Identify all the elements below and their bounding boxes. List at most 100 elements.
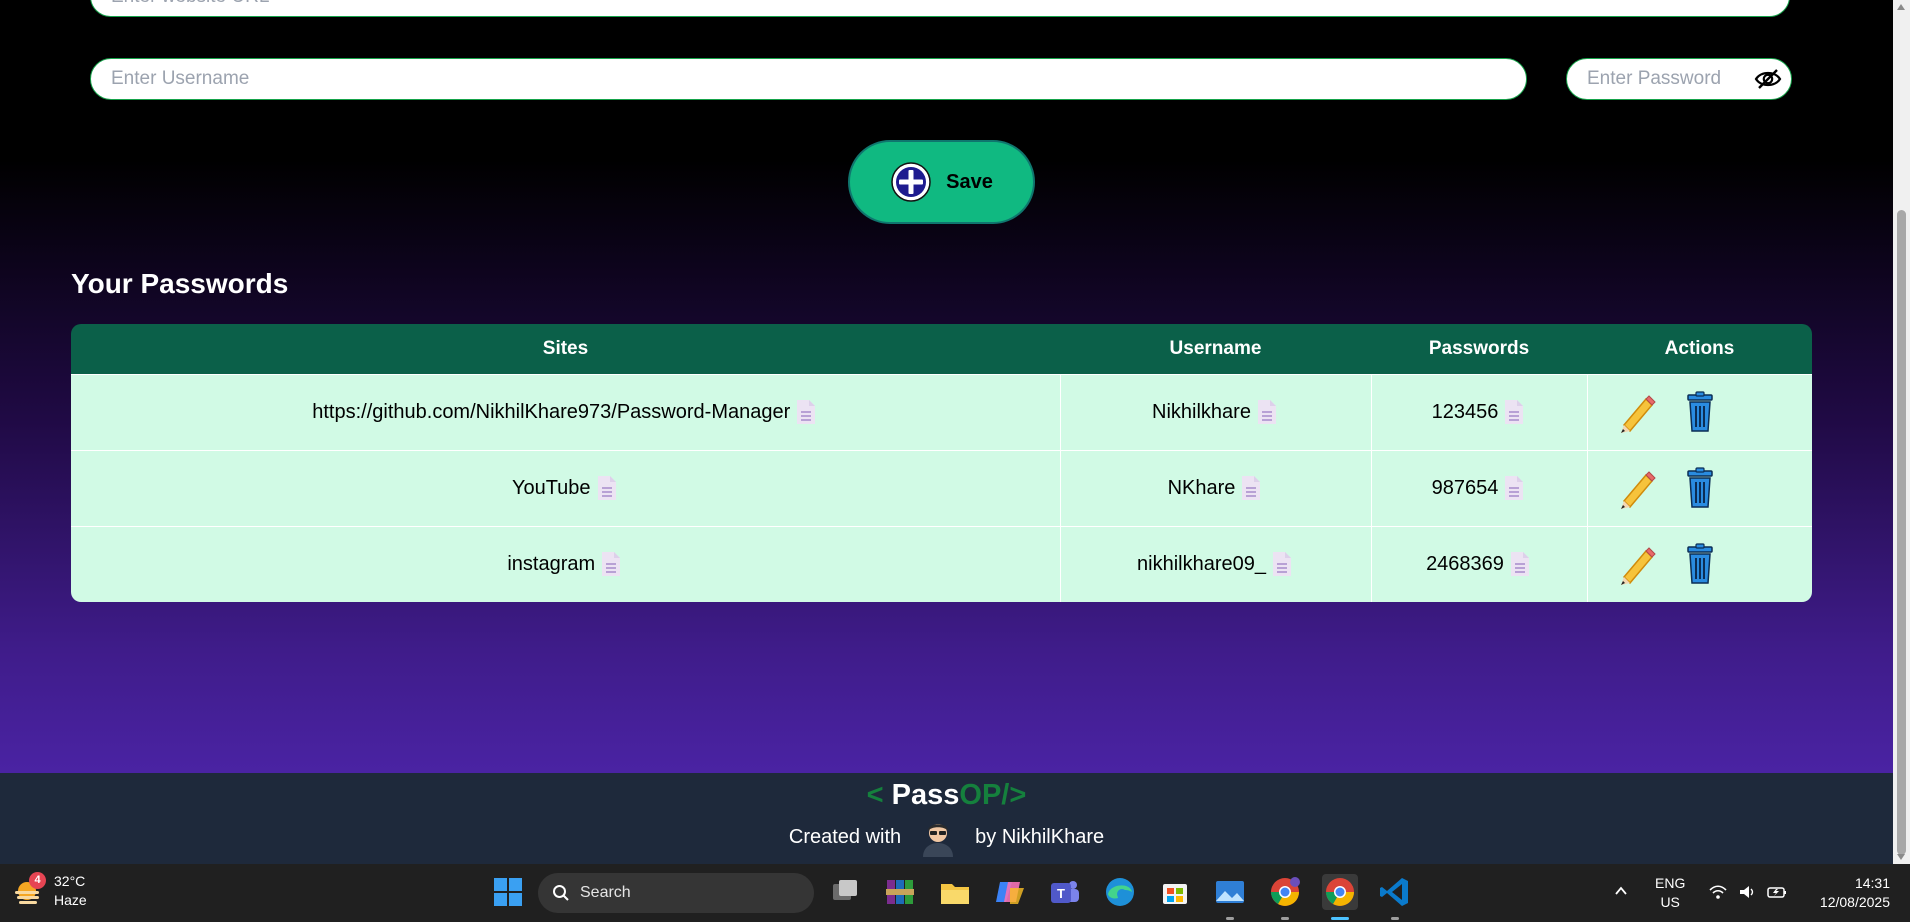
website-url-input[interactable] <box>90 0 1790 17</box>
copy-icon[interactable] <box>595 474 619 502</box>
username-value: Nikhilkhare <box>1152 400 1251 423</box>
pencil-edit-icon[interactable] <box>1618 391 1658 433</box>
eye-slash-icon[interactable] <box>1754 67 1782 91</box>
table-row: https://github.com/NikhilKhare973/Passwo… <box>71 373 1812 450</box>
chrome-profile-icon[interactable] <box>1267 874 1303 910</box>
password-cell: 987654 <box>1370 449 1587 526</box>
logo-pass: Pass <box>891 779 960 811</box>
taskbar: 4 32°C Haze Search T ENG US 14:31 12/08/… <box>0 864 1910 922</box>
copy-icon[interactable] <box>1502 398 1526 426</box>
header-passwords: Passwords <box>1371 324 1587 374</box>
svg-text:T: T <box>1057 886 1065 901</box>
file-explorer-icon[interactable] <box>937 874 973 910</box>
search-icon <box>553 885 569 901</box>
password-value: 2468369 <box>1426 552 1504 575</box>
app-viewport: Save Your Passwords Sites Username Passw… <box>0 0 1893 773</box>
password-cell: 2468369 <box>1370 525 1587 602</box>
copy-icon[interactable] <box>1508 550 1532 578</box>
copy-icon[interactable] <box>794 398 818 426</box>
copy-icon[interactable] <box>599 550 623 578</box>
scroll-down-arrow-icon[interactable] <box>1897 854 1905 860</box>
winrar-icon[interactable] <box>882 874 918 910</box>
chrome-icon[interactable] <box>1322 874 1358 910</box>
trash-delete-icon[interactable] <box>1680 543 1720 585</box>
header-username: Username <box>1060 324 1371 374</box>
logo-bracket: < <box>866 779 884 811</box>
footer-logo: < PassOP/> <box>0 779 1893 812</box>
header-sites: Sites <box>71 324 1060 374</box>
windows-start-icon[interactable] <box>490 874 526 910</box>
chevron-up-icon[interactable] <box>1614 884 1628 898</box>
username-cell: NKhare <box>1059 449 1371 526</box>
date: 12/08/2025 <box>1819 894 1890 910</box>
passwords-table: Sites Username Passwords Actions https:/… <box>71 324 1812 602</box>
copy-icon[interactable] <box>1270 550 1294 578</box>
table-header-row: Sites Username Passwords Actions <box>71 324 1812 374</box>
password-field-wrapper <box>1566 58 1792 100</box>
footer: < PassOP/> Created with by NikhilKhare <box>0 773 1893 864</box>
scroll-up-arrow-icon[interactable] <box>1897 4 1905 10</box>
weather-condition: Haze <box>54 892 87 908</box>
pencil-edit-icon[interactable] <box>1618 467 1658 509</box>
page-scrollbar[interactable] <box>1893 0 1910 864</box>
actions-cell <box>1586 449 1812 526</box>
teams-icon[interactable]: T <box>1047 874 1083 910</box>
footer-credit: Created with by NikhilKhare <box>0 817 1893 857</box>
created-with-text: Created with <box>788 825 902 848</box>
photos-running-indicator <box>1226 917 1234 920</box>
save-button-label: Save <box>946 170 993 193</box>
site-value: instagram <box>507 552 596 575</box>
system-tray[interactable] <box>1708 883 1788 901</box>
temperature: 32°C <box>54 873 86 889</box>
add-circle-icon <box>891 162 931 202</box>
wifi-icon <box>1709 885 1727 899</box>
language-indicator[interactable]: ENG US <box>1655 874 1685 912</box>
weather-badge: 4 <box>29 872 46 889</box>
haze-weather-icon: 4 <box>12 872 46 908</box>
scroll-thumb[interactable] <box>1897 210 1906 855</box>
copy-icon[interactable] <box>1239 474 1263 502</box>
table-row: YouTube NKhare 987654 <box>71 449 1812 526</box>
password-value: 987654 <box>1431 476 1499 499</box>
search-label: Search <box>580 884 631 901</box>
username-input[interactable] <box>90 58 1527 100</box>
password-value: 123456 <box>1431 400 1499 423</box>
task-view-icon[interactable] <box>827 874 863 910</box>
actions-cell <box>1586 373 1812 450</box>
chrome-profile-running-indicator <box>1281 917 1289 920</box>
copilot-icon[interactable] <box>992 874 1028 910</box>
pencil-edit-icon[interactable] <box>1618 543 1658 586</box>
actions-cell <box>1586 525 1812 602</box>
copy-icon[interactable] <box>1255 398 1279 426</box>
photos-icon[interactable] <box>1212 874 1248 910</box>
clock[interactable]: 14:31 12/08/2025 <box>1800 874 1890 912</box>
vscode-icon[interactable] <box>1377 874 1413 910</box>
trash-delete-icon[interactable] <box>1680 391 1720 433</box>
username-value: nikhilkhare09_ <box>1137 552 1266 575</box>
microsoft-store-icon[interactable] <box>1157 874 1193 910</box>
site-cell: instagram <box>71 525 1060 602</box>
weather-widget[interactable]: 4 32°C Haze <box>12 872 87 910</box>
time: 14:31 <box>1854 875 1890 891</box>
save-button[interactable]: Save <box>848 140 1035 224</box>
weather-text: 32°C Haze <box>54 872 87 910</box>
username-cell: nikhilkhare09_ <box>1059 525 1371 602</box>
developer-avatar-icon <box>923 824 954 857</box>
battery-charging-icon <box>1767 887 1786 898</box>
password-cell: 123456 <box>1370 373 1587 450</box>
copy-icon[interactable] <box>1502 474 1526 502</box>
username-cell: Nikhilkhare <box>1059 373 1371 450</box>
region-code: US <box>1660 894 1680 910</box>
language-code: ENG <box>1655 875 1686 891</box>
section-title: Your Passwords <box>71 268 289 299</box>
edge-icon[interactable] <box>1102 874 1138 910</box>
taskbar-search[interactable]: Search <box>538 873 814 913</box>
site-cell: https://github.com/NikhilKhare973/Passwo… <box>71 373 1060 450</box>
site-value: https://github.com/NikhilKhare973/Passwo… <box>312 400 791 423</box>
trash-delete-icon[interactable] <box>1680 467 1720 509</box>
vscode-running-indicator <box>1391 917 1399 920</box>
volume-icon <box>1740 886 1754 898</box>
header-actions: Actions <box>1587 324 1812 374</box>
chrome-active-indicator <box>1331 917 1349 920</box>
site-value: YouTube <box>511 476 591 499</box>
